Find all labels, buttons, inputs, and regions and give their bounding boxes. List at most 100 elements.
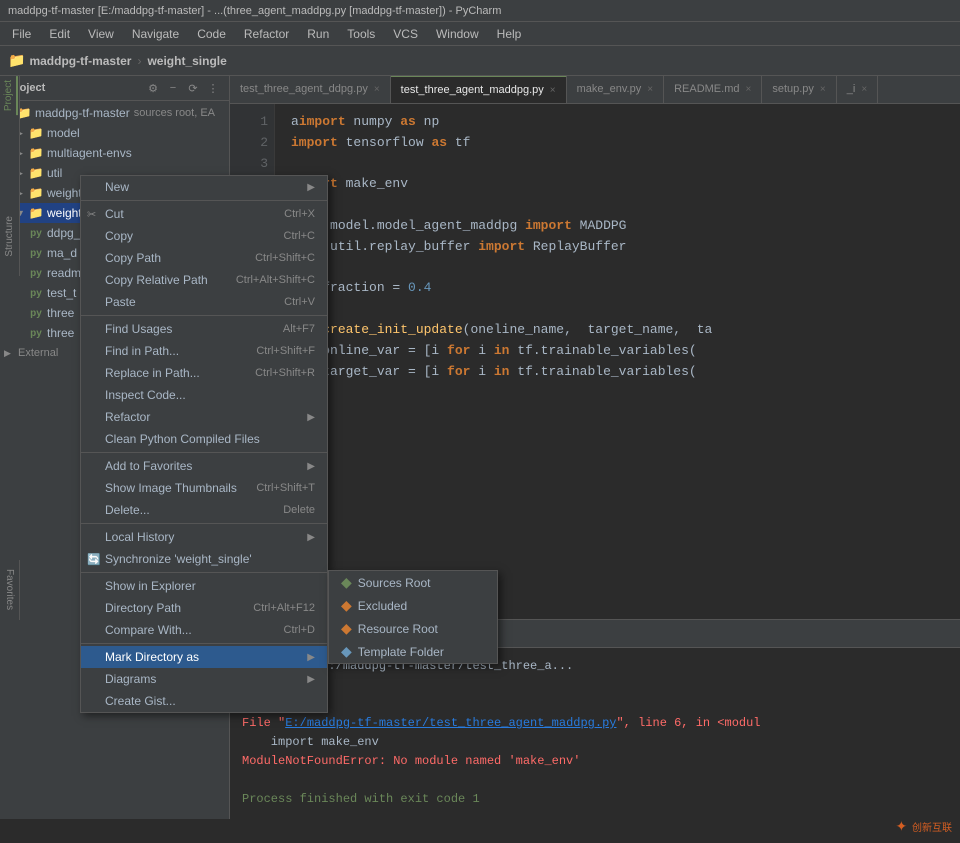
ctx-find-in-path[interactable]: Find in Path... Ctrl+Shift+F	[81, 340, 327, 362]
ctx-copy[interactable]: Copy Ctrl+C	[81, 225, 327, 247]
tab-readme[interactable]: README.md ×	[664, 76, 762, 103]
ctx-diagrams[interactable]: Diagrams ▶	[81, 668, 327, 690]
ctx-local-history-label: Local History	[105, 530, 174, 544]
ctx-mark-directory[interactable]: Mark Directory as ▶	[81, 646, 327, 668]
ctx-paste[interactable]: Paste Ctrl+V	[81, 291, 327, 313]
tab-test-maddpg[interactable]: test_three_agent_maddpg.py ×	[391, 76, 567, 103]
menu-vcs[interactable]: VCS	[385, 25, 426, 43]
sidebar-more-icon[interactable]: ⋮	[205, 80, 221, 96]
sidebar-settings-icon[interactable]: ⚙	[145, 80, 161, 96]
ctx-add-favorites[interactable]: Add to Favorites ▶	[81, 455, 327, 477]
ctx-find-usages[interactable]: Find Usages Alt+F7	[81, 318, 327, 340]
ctx-create-gist-label: Create Gist...	[105, 694, 176, 708]
ctx-new[interactable]: New ▶	[81, 176, 327, 198]
tree-item-model[interactable]: ▶ 📁 model	[0, 123, 229, 143]
tab-close-ddpg[interactable]: ×	[374, 84, 380, 95]
tree-root[interactable]: ▼ 📁 maddpg-tf-master sources root, EA	[0, 103, 229, 123]
output-line-import: import make_env	[242, 733, 948, 751]
ctx-show-explorer[interactable]: Show in Explorer	[81, 575, 327, 597]
sync-icon: 🔄	[87, 553, 101, 566]
ctx-show-thumbnails[interactable]: Show Image Thumbnails Ctrl+Shift+T	[81, 477, 327, 499]
menu-view[interactable]: View	[80, 25, 122, 43]
tab-close-make-env[interactable]: ×	[647, 84, 653, 95]
menu-navigate[interactable]: Navigate	[124, 25, 187, 43]
ctx-replace-in-path[interactable]: Replace in Path... Ctrl+Shift+R	[81, 362, 327, 384]
menu-code[interactable]: Code	[189, 25, 234, 43]
tree-label-three-1: three	[47, 306, 74, 320]
ctx-clean-python[interactable]: Clean Python Compiled Files	[81, 428, 327, 450]
ctx-new-arrow: ▶	[307, 182, 315, 193]
menu-bar: File Edit View Navigate Code Refactor Ru…	[0, 22, 960, 46]
side-project-icon[interactable]: Project	[1, 76, 18, 115]
ctx-cut[interactable]: ✂ Cut Ctrl+X	[81, 203, 327, 225]
menu-file[interactable]: File	[4, 25, 39, 43]
sidebar-sync-icon[interactable]: ⟳	[185, 80, 201, 96]
ctx-sep-2	[81, 315, 327, 316]
submenu-resource-root[interactable]: ◆ Resource Root	[329, 617, 497, 640]
ctx-directory-path[interactable]: Directory Path Ctrl+Alt+F12	[81, 597, 327, 619]
tab-make-env[interactable]: make_env.py ×	[567, 76, 664, 103]
ctx-show-thumbnails-shortcut: Ctrl+Shift+T	[256, 482, 315, 494]
ctx-sync-label: Synchronize 'weight_single'	[105, 552, 252, 566]
ctx-replace-in-path-label: Replace in Path...	[105, 366, 200, 380]
tab-close-setup[interactable]: ×	[820, 84, 826, 95]
ctx-local-history[interactable]: Local History ▶	[81, 526, 327, 548]
tab-label-readme: README.md	[674, 83, 739, 95]
ctx-paste-label: Paste	[105, 295, 136, 309]
ctx-diagrams-arrow: ▶	[307, 674, 315, 685]
tab-setup[interactable]: setup.py ×	[762, 76, 836, 103]
ctx-sep-1	[81, 200, 327, 201]
ctx-delete-label: Delete...	[105, 503, 150, 517]
tree-item-multiagent[interactable]: ▶ 📁 multiagent-envs	[0, 143, 229, 163]
favorites-panel-tab[interactable]: Favorites	[0, 560, 20, 620]
ctx-copy-relative[interactable]: Copy Relative Path Ctrl+Alt+Shift+C	[81, 269, 327, 291]
menu-run[interactable]: Run	[299, 25, 337, 43]
submenu-sources-label: Sources Root	[358, 576, 431, 590]
breadcrumb-root[interactable]: maddpg-tf-master	[29, 54, 131, 68]
ctx-sync[interactable]: 🔄 Synchronize 'weight_single'	[81, 548, 327, 570]
watermark-icon: ✦	[895, 818, 907, 834]
tab-close-readme[interactable]: ×	[745, 84, 751, 95]
ctx-compare-with[interactable]: Compare With... Ctrl+D	[81, 619, 327, 641]
ctx-create-gist[interactable]: Create Gist...	[81, 690, 327, 712]
structure-panel-tab[interactable]: Structure	[0, 196, 20, 276]
menu-help[interactable]: Help	[489, 25, 530, 43]
error-file-link[interactable]: E:/maddpg-tf-master/test_three_agent_mad…	[285, 716, 616, 730]
tab-close-more[interactable]: ×	[861, 84, 867, 95]
ctx-find-usages-shortcut: Alt+F7	[283, 323, 315, 335]
ctx-delete[interactable]: Delete... Delete	[81, 499, 327, 521]
ctx-refactor[interactable]: Refactor ▶	[81, 406, 327, 428]
menu-refactor[interactable]: Refactor	[236, 25, 297, 43]
sidebar-collapse-icon[interactable]: −	[165, 80, 181, 96]
menu-edit[interactable]: Edit	[41, 25, 78, 43]
submenu-sources-root[interactable]: ◆ Sources Root	[329, 571, 497, 594]
menu-tools[interactable]: Tools	[339, 25, 383, 43]
breadcrumb-child[interactable]: weight_single	[147, 54, 226, 68]
side-icons-panel: Project	[0, 76, 20, 196]
py-mad-icon: py	[28, 245, 44, 261]
cut-icon: ✂	[87, 208, 96, 221]
submenu-excluded[interactable]: ◆ Excluded	[329, 594, 497, 617]
ctx-add-favorites-arrow: ▶	[307, 461, 315, 472]
tab-label-maddpg: test_three_agent_maddpg.py	[401, 84, 544, 96]
menu-window[interactable]: Window	[428, 25, 487, 43]
tab-more[interactable]: _i ×	[837, 76, 878, 103]
ctx-copy-path[interactable]: Copy Path Ctrl+Shift+C	[81, 247, 327, 269]
tree-label-readm: readm	[47, 266, 81, 280]
ctx-copy-path-shortcut: Ctrl+Shift+C	[255, 252, 315, 264]
tab-close-maddpg[interactable]: ×	[550, 85, 556, 96]
tab-label-ddpg: test_three_agent_ddpg.py	[240, 83, 368, 95]
submenu-mark-directory: ◆ Sources Root ◆ Excluded ◆ Resource Roo…	[328, 570, 498, 664]
tab-test-ddpg[interactable]: test_three_agent_ddpg.py ×	[230, 76, 391, 103]
ctx-copy-shortcut: Ctrl+C	[284, 230, 315, 242]
submenu-template-folder[interactable]: ◆ Template Folder	[329, 640, 497, 663]
code-editor[interactable]: 123456789 aimport numpy as np import ten…	[230, 104, 960, 619]
code-content[interactable]: aimport numpy as np import tensorflow as…	[275, 104, 960, 619]
ctx-copy-relative-shortcut: Ctrl+Alt+Shift+C	[236, 274, 315, 286]
folder-multiagent-icon: 📁	[28, 145, 44, 161]
dot-template-icon: ◆	[341, 643, 352, 660]
ctx-sep-5	[81, 572, 327, 573]
ctx-refactor-arrow: ▶	[307, 412, 315, 423]
ctx-inspect-code[interactable]: Inspect Code...	[81, 384, 327, 406]
ctx-show-thumbnails-label: Show Image Thumbnails	[105, 481, 237, 495]
